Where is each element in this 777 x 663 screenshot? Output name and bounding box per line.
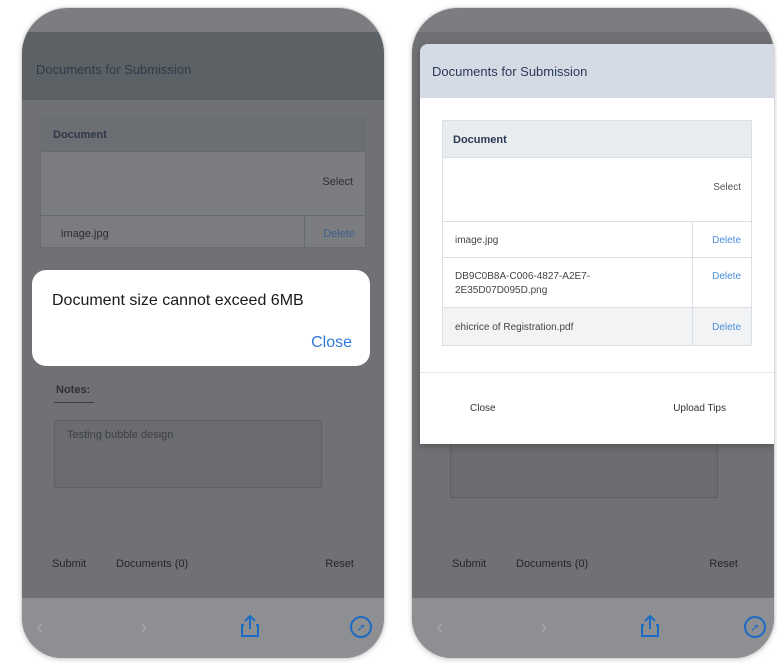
chevron-right-icon[interactable]: ›	[540, 614, 547, 640]
bottom-action-bar: Submit Documents (0) Reset	[22, 526, 384, 608]
reset-button[interactable]: Reset	[325, 558, 354, 570]
select-button[interactable]: Select	[713, 182, 741, 193]
modal-footer: Close Upload Tips	[420, 372, 774, 444]
documents-button[interactable]: Documents (0)	[516, 558, 588, 570]
reset-button[interactable]: Reset	[709, 558, 738, 570]
documents-button[interactable]: Documents (0)	[116, 558, 188, 570]
document-table: Document Select image.jpg Delete DB9C0B8…	[442, 120, 752, 346]
file-name: ehicrice of Registration.pdf	[455, 322, 574, 333]
notes-input[interactable]: Testing bubble design	[54, 420, 322, 488]
chevron-left-icon[interactable]: ‹	[436, 614, 443, 640]
table-row: ehicrice of Registration.pdf Delete	[443, 307, 751, 345]
chevron-left-icon[interactable]: ‹	[36, 614, 43, 640]
compass-icon[interactable]: ➚	[350, 616, 372, 638]
modal-close-button[interactable]: Close	[470, 403, 496, 414]
share-icon[interactable]	[640, 614, 660, 644]
table-row: image.jpg Delete	[41, 215, 365, 249]
phone-screen-right: Submit Documents (0) Reset Documents for…	[412, 8, 774, 658]
column-divider	[304, 216, 305, 249]
delete-link[interactable]: Delete	[712, 271, 741, 282]
select-row: Select	[41, 151, 365, 215]
documents-modal: Documents for Submission Document Select…	[420, 44, 774, 444]
page-header: Documents for Submission	[22, 32, 384, 100]
modal-title: Documents for Submission	[432, 64, 588, 79]
chevron-right-icon[interactable]: ›	[140, 614, 147, 640]
select-button[interactable]: Select	[322, 176, 353, 188]
compass-icon[interactable]: ➚	[744, 616, 766, 638]
alert-close-button[interactable]: Close	[311, 334, 352, 352]
notes-underline	[54, 402, 94, 403]
submit-button[interactable]: Submit	[452, 558, 486, 570]
page-title: Documents for Submission	[36, 62, 192, 77]
delete-link[interactable]: Delete	[712, 322, 741, 333]
size-limit-alert: Document size cannot exceed 6MB Close	[32, 270, 370, 366]
notes-label: Notes:	[56, 384, 91, 396]
delete-link[interactable]: Delete	[712, 235, 741, 246]
column-divider	[692, 308, 693, 345]
table-header: Document	[443, 121, 751, 157]
file-name: image.jpg	[455, 235, 499, 246]
notes-text: Testing bubble design	[67, 429, 174, 441]
column-divider	[692, 258, 693, 307]
submit-button[interactable]: Submit	[52, 558, 86, 570]
alert-message: Document size cannot exceed 6MB	[52, 292, 304, 309]
table-row: DB9C0B8A-C006-4827-A2E7-2E35D07D095D.png…	[443, 257, 751, 307]
share-icon[interactable]	[240, 614, 260, 644]
file-name: image.jpg	[61, 228, 109, 240]
safari-toolbar: ‹ › ➚	[412, 598, 774, 658]
select-row: Select	[443, 157, 751, 221]
safari-toolbar: ‹ › ➚	[22, 598, 384, 658]
bottom-action-bar: Submit Documents (0) Reset	[412, 526, 774, 608]
delete-link[interactable]: Delete	[323, 228, 355, 240]
phone-screen-left: Documents for Submission Document Select…	[22, 8, 384, 658]
column-divider	[692, 222, 693, 257]
file-name: DB9C0B8A-C006-4827-A2E7-2E35D07D095D.png	[455, 271, 591, 296]
document-table: Document Select image.jpg Delete	[40, 116, 366, 249]
upload-tips-button[interactable]: Upload Tips	[673, 403, 726, 414]
modal-header: Documents for Submission	[420, 44, 774, 98]
table-header: Document	[41, 117, 365, 151]
table-row: image.jpg Delete	[443, 221, 751, 257]
